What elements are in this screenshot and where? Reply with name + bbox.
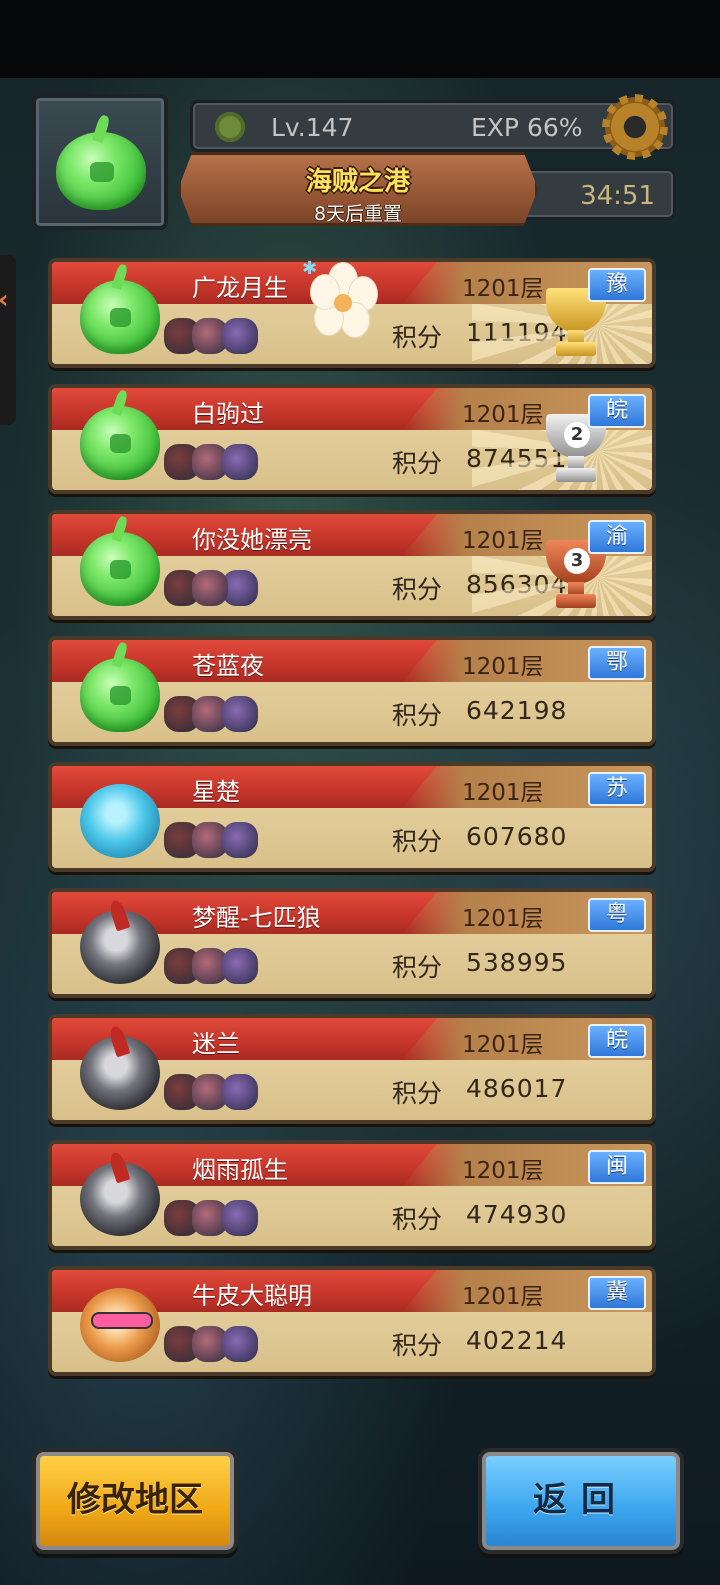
ranking-row[interactable]: 牛皮大聪明 1201层 冀 积分 402214 — [48, 1266, 656, 1376]
team-icons — [164, 1070, 274, 1116]
ranking-row[interactable]: 星楚 1201层 苏 积分 607680 — [48, 762, 656, 872]
region-badge: 皖 — [588, 1024, 646, 1058]
ranking-row[interactable]: 白驹过 1201层 皖 2 积分 874551 — [48, 384, 656, 494]
region-badge: 豫 — [588, 268, 646, 302]
map-title-plank: 海贼之港 8天后重置 — [178, 152, 538, 226]
player-name: 烟雨孤生 — [192, 1156, 288, 1184]
score-label: 积分 — [392, 449, 443, 478]
floor-count: 1201层 — [462, 1284, 544, 1310]
ranking-row[interactable]: 苍蓝夜 1201层 鄂 积分 642198 — [48, 636, 656, 746]
floor-count: 1201层 — [462, 528, 544, 554]
region-badge: 闽 — [588, 1150, 646, 1184]
score-label: 积分 — [392, 575, 443, 604]
team-icons — [164, 1322, 274, 1368]
player-name: 牛皮大聪明 — [192, 1282, 312, 1310]
region-badge: 冀 — [588, 1276, 646, 1310]
dark-beast-avatar-icon — [80, 1036, 160, 1110]
player-name: 迷兰 — [192, 1030, 240, 1058]
ranking-row[interactable]: 你没她漂亮 1201层 渝 3 积分 856304 — [48, 510, 656, 620]
team-icons — [164, 944, 274, 990]
modify-region-button[interactable]: 修改地区 — [32, 1448, 238, 1554]
player-name: 苍蓝夜 — [192, 652, 264, 680]
green-slime-icon — [80, 262, 160, 354]
orange-fox-avatar-icon — [80, 1288, 160, 1362]
score-label: 积分 — [392, 1331, 443, 1360]
exp-percentage: EXP 66% — [471, 113, 583, 142]
score-value: 607680 — [466, 822, 568, 851]
floor-count: 1201层 — [462, 402, 544, 428]
score-label: 积分 — [392, 953, 443, 982]
ranking-row[interactable]: 烟雨孤生 1201层 闽 积分 474930 — [48, 1140, 656, 1250]
dark-beast-avatar-icon — [80, 910, 160, 984]
score-label: 积分 — [392, 323, 443, 352]
chevron-left-icon: ‹ — [0, 285, 9, 315]
map-title: 海贼之港 — [305, 167, 410, 197]
reset-countdown-text: 8天后重置 — [313, 203, 403, 225]
region-badge: 苏 — [588, 772, 646, 806]
team-icons — [164, 1196, 274, 1242]
green-slime-icon — [80, 388, 160, 480]
score-label: 积分 — [392, 701, 443, 730]
region-badge: 渝 — [588, 520, 646, 554]
floor-count: 1201层 — [462, 654, 544, 680]
score-label: 积分 — [392, 827, 443, 856]
back-button[interactable]: 返回 — [478, 1448, 684, 1554]
player-name: 广龙月生 — [192, 274, 288, 302]
floor-count: 1201层 — [462, 276, 544, 302]
player-name: 星楚 — [192, 778, 240, 806]
floor-count: 1201层 — [462, 1158, 544, 1184]
team-icons — [164, 692, 274, 738]
player-name: 你没她漂亮 — [192, 526, 312, 554]
score-value: 486017 — [466, 1074, 568, 1103]
clover-icon — [215, 112, 245, 142]
score-label: 积分 — [392, 1079, 443, 1108]
green-slime-icon — [80, 514, 160, 606]
countdown-timer: 34:51 — [580, 181, 655, 211]
blue-cat-avatar-icon — [80, 784, 160, 858]
green-slime-icon — [56, 113, 146, 210]
team-icons — [164, 566, 274, 612]
player-name: 白驹过 — [192, 400, 264, 428]
floor-count: 1201层 — [462, 1032, 544, 1058]
region-badge: 皖 — [588, 394, 646, 428]
region-badge: 粤 — [588, 898, 646, 932]
score-value: 474930 — [466, 1200, 568, 1229]
region-badge: 鄂 — [588, 646, 646, 680]
player-name: 梦醒-七匹狼 — [192, 904, 321, 932]
score-value: 538995 — [466, 948, 568, 977]
player-avatar[interactable] — [32, 94, 168, 230]
gear-icon[interactable] — [600, 92, 670, 162]
player-level: Lv.147 — [271, 113, 354, 142]
side-drawer-tab[interactable]: ‹ — [0, 255, 16, 425]
score-label: 积分 — [392, 1205, 443, 1234]
score-value: 402214 — [466, 1326, 568, 1355]
ranking-list[interactable]: 广龙月生 1201层 豫 积分 1111940 白驹过 1201层 皖 2 积分… — [48, 258, 656, 1392]
team-icons — [164, 440, 274, 486]
team-icons — [164, 818, 274, 864]
floor-count: 1201层 — [462, 780, 544, 806]
score-value: 642198 — [466, 696, 568, 725]
dark-beast-avatar-icon — [80, 1162, 160, 1236]
ranking-row[interactable]: 梦醒-七匹狼 1201层 粤 积分 538995 — [48, 888, 656, 998]
ranking-row[interactable]: 迷兰 1201层 皖 积分 486017 — [48, 1014, 656, 1124]
team-icons — [164, 314, 274, 360]
floor-count: 1201层 — [462, 906, 544, 932]
flower-sticker-icon — [310, 262, 380, 338]
green-slime-icon — [80, 640, 160, 732]
